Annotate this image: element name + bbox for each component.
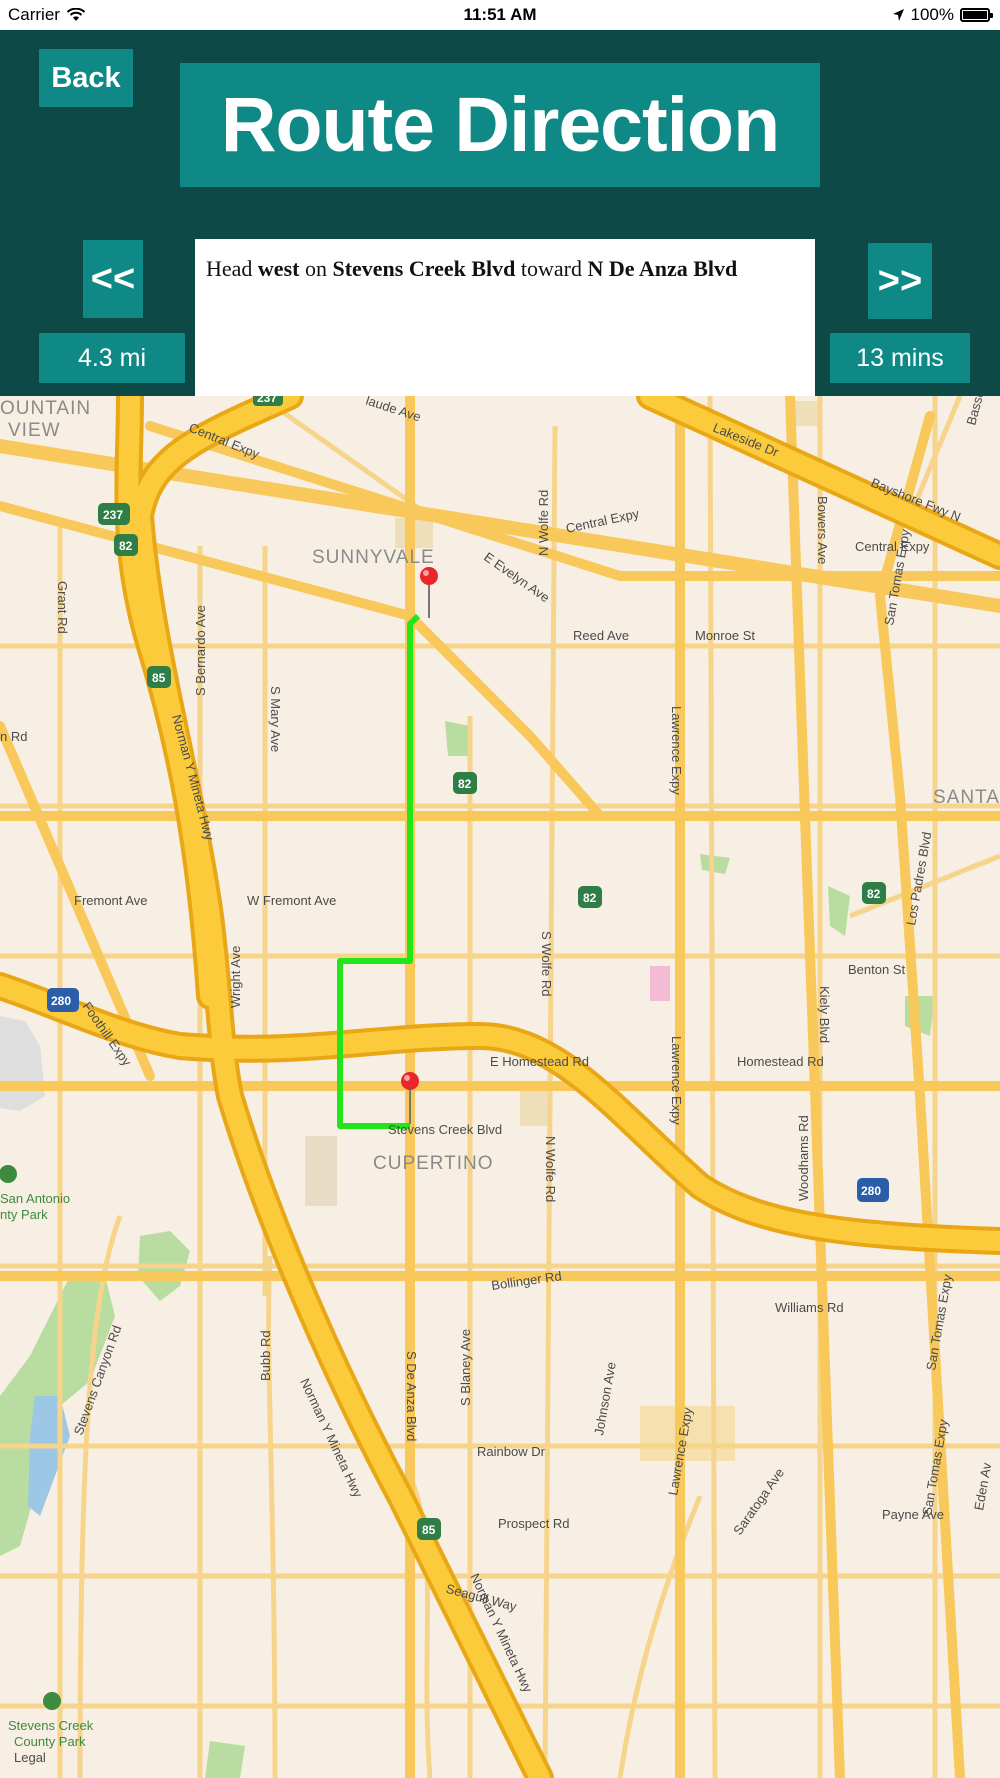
street-label: Fremont Ave: [74, 893, 147, 908]
instruction-head: Head: [206, 256, 253, 281]
svg-text:82: 82: [119, 539, 133, 553]
shield-85-icon: 85: [147, 666, 171, 688]
back-button[interactable]: Back: [39, 49, 133, 107]
city-sunnyvale: SUNNYVALE: [312, 547, 435, 568]
duration-label: 13 mins: [830, 333, 970, 383]
street-label: Grant Rd: [55, 581, 70, 634]
street-label: N Wolfe Rd: [543, 1136, 558, 1202]
status-time: 11:51 AM: [463, 5, 537, 24]
instruction-on: on: [304, 256, 327, 281]
street-label: Reed Ave: [573, 628, 629, 643]
status-right: 100%: [892, 5, 993, 25]
next-step-button[interactable]: >>: [868, 243, 932, 319]
street-label: S De Anza Blvd: [404, 1351, 419, 1441]
street-label: Monroe St: [695, 628, 755, 643]
city-mountain-view-2: VIEW: [8, 420, 61, 441]
page-title: Route Direction: [180, 63, 820, 187]
street-label: Wright Ave: [228, 946, 243, 1008]
svg-text:85: 85: [152, 671, 166, 685]
shield-237-icon: 237: [253, 396, 283, 406]
park-label-san-antonio-2: nty Park: [0, 1207, 48, 1222]
svg-text:280: 280: [51, 994, 71, 1008]
battery-percent: 100%: [910, 5, 954, 24]
svg-text:85: 85: [422, 1523, 436, 1537]
svg-text:82: 82: [867, 887, 881, 901]
park-icon: [43, 1692, 61, 1710]
shield-82-icon: 82: [114, 534, 138, 556]
street-label: E Homestead Rd: [490, 1054, 589, 1069]
shield-82-icon: 82: [578, 886, 602, 908]
location-arrow-icon: [892, 9, 904, 21]
street-label: Bubb Rd: [258, 1330, 273, 1381]
shield-280-icon: 280: [857, 1178, 889, 1202]
street-label: Bowers Ave: [815, 496, 830, 564]
shield-237-icon: 237: [98, 503, 130, 525]
city-mountain-view-1: OUNTAIN: [0, 398, 91, 419]
map-canvas[interactable]: OUNTAIN VIEW SUNNYVALE CUPERTINO SANTA C…: [0, 396, 1000, 1778]
street-label: Prospect Rd: [498, 1516, 570, 1531]
svg-text:237: 237: [257, 396, 277, 405]
street-label: S Mary Ave: [268, 686, 283, 752]
street-label: Homestead Rd: [737, 1054, 824, 1069]
distance-label: 4.3 mi: [39, 333, 185, 383]
direction-instruction: Head west on Stevens Creek Blvd toward N…: [195, 239, 815, 396]
street-label: Rainbow Dr: [477, 1444, 546, 1459]
shield-82-icon: 82: [453, 772, 477, 794]
park-label-stevens-creek: Stevens Creek: [8, 1718, 94, 1733]
instruction-destination: N De Anza Blvd: [587, 256, 738, 281]
street-label: N Wolfe Rd: [536, 490, 551, 556]
battery-icon: [960, 8, 993, 22]
park-label-san-antonio: San Antonio: [0, 1191, 70, 1206]
svg-text:280: 280: [861, 1184, 881, 1198]
shield-280-icon: 280: [47, 988, 79, 1012]
street-label: n Rd: [0, 729, 27, 744]
legal-link[interactable]: Legal: [14, 1750, 46, 1765]
city-santa: SANTA: [933, 787, 1000, 808]
street-label: S Wolfe Rd: [539, 931, 554, 997]
street-label: Williams Rd: [775, 1300, 844, 1315]
street-label: Benton St: [848, 962, 905, 977]
instruction-direction: west: [257, 256, 300, 281]
city-cupertino: CUPERTINO: [373, 1153, 494, 1174]
instruction-toward: toward: [520, 256, 582, 281]
route-map[interactable]: OUNTAIN VIEW SUNNYVALE CUPERTINO SANTA C…: [0, 396, 1000, 1778]
svg-text:82: 82: [458, 777, 472, 791]
previous-step-button[interactable]: <<: [83, 240, 143, 318]
status-bar: Carrier 11:51 AM 100%: [0, 0, 1000, 30]
street-label: Lawrence Expy: [669, 1036, 684, 1125]
instruction-street: Stevens Creek Blvd: [332, 256, 516, 281]
street-label: Kiely Blvd: [817, 986, 832, 1043]
street-label: W Fremont Ave: [247, 893, 336, 908]
street-label: Lawrence Expy: [669, 706, 684, 795]
shield-82-icon: 82: [862, 882, 886, 904]
svg-text:237: 237: [103, 508, 123, 522]
street-label: S Blaney Ave: [458, 1329, 473, 1406]
shield-85-icon: 85: [417, 1518, 441, 1540]
street-label: Central Expy: [855, 539, 930, 554]
route-header: Back Route Direction << >> 4.3 mi 13 min…: [0, 30, 1000, 396]
svg-text:82: 82: [583, 891, 597, 905]
street-label: Stevens Creek Blvd: [388, 1122, 502, 1137]
street-label: S Bernardo Ave: [193, 605, 208, 696]
park-label-stevens-creek-2: County Park: [14, 1734, 86, 1749]
street-label: Woodhams Rd: [796, 1115, 811, 1201]
